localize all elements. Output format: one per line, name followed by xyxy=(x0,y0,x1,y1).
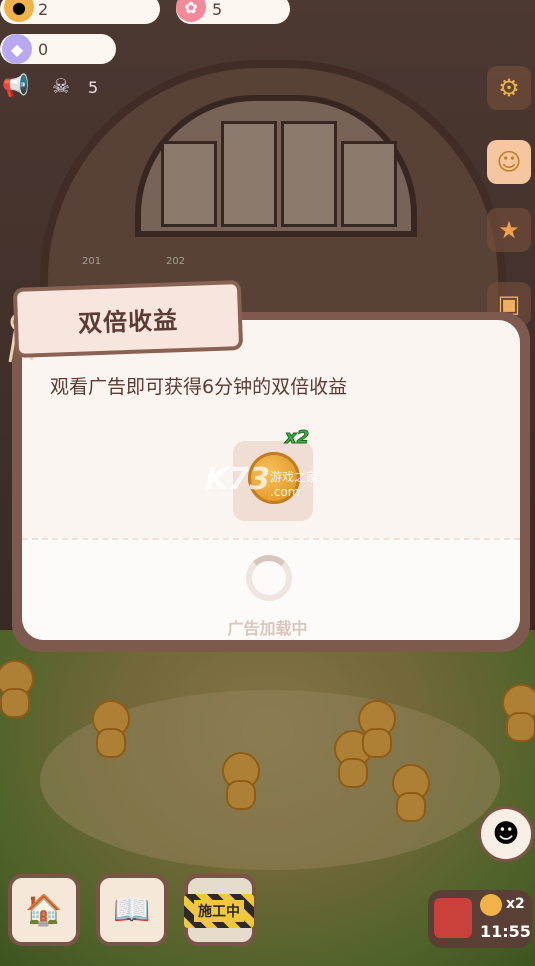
boost-timer: 11:55 xyxy=(480,922,531,941)
cookie-count: 2 xyxy=(38,0,49,19)
rewards-icon[interactable]: ★ xyxy=(487,208,531,252)
dialog-title: 双倍收益 xyxy=(77,305,179,338)
gem-icon: ◆ xyxy=(2,34,32,64)
boost-cookie-icon xyxy=(480,894,502,916)
dialog-title-tag: 双倍收益 xyxy=(12,280,244,358)
watermark-logo: K73 xyxy=(205,462,270,497)
gingerbread-menu-icon[interactable]: ☺ xyxy=(487,140,531,184)
construction-sign: 施工中 xyxy=(184,894,254,928)
loading-text: 广告加载中 xyxy=(227,619,308,638)
settings-gear-icon[interactable]: ⚙ xyxy=(487,66,531,110)
watermark-domain: .com xyxy=(270,485,300,499)
tv-icon xyxy=(434,898,472,938)
ghost-count: 5 xyxy=(88,78,99,97)
construction-label: 施工中 xyxy=(194,900,244,922)
loading-spinner-icon xyxy=(246,555,292,601)
boost-panel[interactable]: x2 11:55 xyxy=(428,890,532,948)
build-house-button[interactable]: 🏠 xyxy=(8,874,80,946)
watermark-site-name: 游戏之家 xyxy=(270,470,319,484)
ghost-icon: ☠ xyxy=(52,74,70,98)
gummy-count: 5 xyxy=(212,0,223,19)
gem-count: 0 xyxy=(38,39,49,59)
watermark-site: 游戏之家 .com xyxy=(270,468,318,499)
character-avatar-button[interactable]: ☻ xyxy=(478,806,534,862)
dialog-description: 观看广告即可获得6分钟的双倍收益 xyxy=(50,376,348,398)
reward-multiplier: x2 xyxy=(284,427,310,449)
megaphone-icon[interactable]: 📢 xyxy=(2,74,29,99)
boost-multiplier: x2 xyxy=(506,896,525,912)
journal-button[interactable]: 📖 xyxy=(96,874,168,946)
